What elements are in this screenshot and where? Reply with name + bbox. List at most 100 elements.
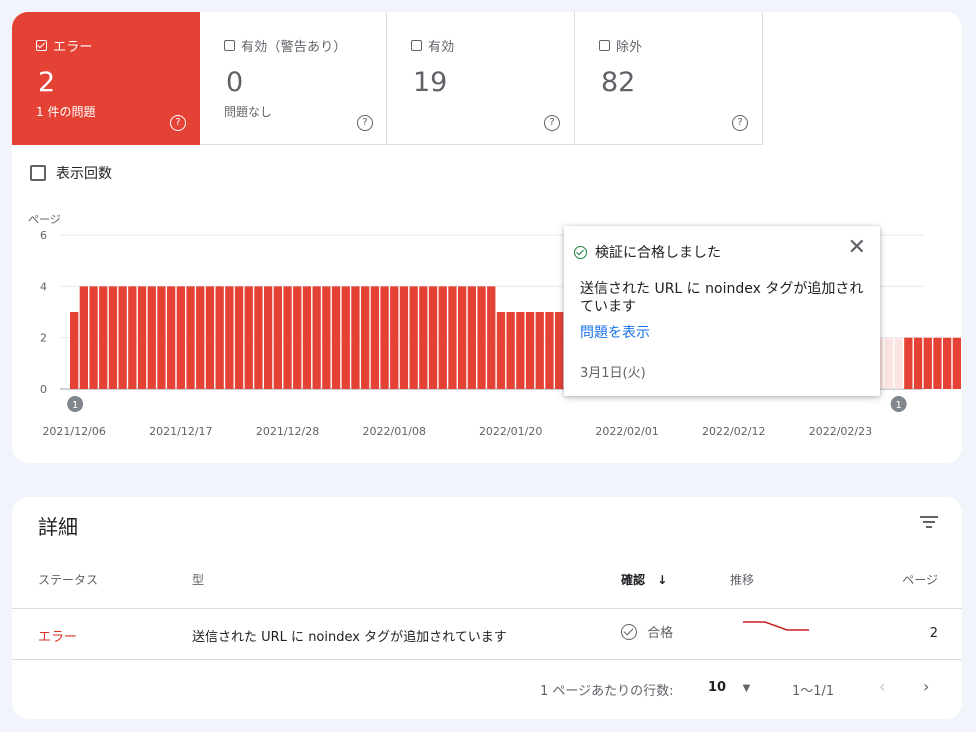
chart-bar [167, 286, 176, 389]
checkbox-icon[interactable] [30, 165, 46, 181]
tile-warning-label: 有効（警告あり） [224, 36, 347, 55]
view-issue-link[interactable]: 問題を表示 [580, 322, 650, 342]
trend-sparkline [743, 621, 809, 631]
impressions-toggle[interactable]: 表示回数 [30, 163, 112, 183]
divider [12, 608, 962, 609]
tile-excluded-label-text: 除外 [616, 40, 643, 55]
chart-bar [506, 312, 515, 389]
tile-excluded-label: 除外 [599, 36, 642, 55]
help-icon[interactable]: ? [357, 115, 373, 131]
check-circle-icon [621, 623, 637, 640]
row-pages: 2 [929, 626, 938, 641]
annotation-label: 1 [895, 400, 901, 411]
annotation-label: 1 [72, 400, 78, 411]
chart-bar [448, 286, 457, 389]
tooltip-description: 送信された URL に noindex タグが追加されています [580, 281, 864, 315]
column-header-pages[interactable]: ページ [902, 571, 938, 588]
filter-icon[interactable] [920, 515, 938, 529]
close-icon[interactable]: ✕ [848, 237, 866, 259]
chart-bar [438, 286, 447, 389]
details-title: 詳細 [38, 515, 78, 539]
chart-bar [205, 286, 215, 389]
chart-bar [176, 286, 185, 389]
chart-bar [312, 286, 321, 389]
chart-bar [293, 286, 302, 389]
tile-error[interactable]: エラー 2 1 件の問題 ? [12, 12, 200, 145]
chart-bar [99, 286, 108, 389]
arrow-down-icon: ↓ [657, 573, 668, 587]
tile-error-count: 2 [38, 67, 56, 98]
tile-excluded[interactable]: 除外 82 ? [575, 12, 763, 145]
y-tick-label: 6 [40, 229, 47, 242]
column-header-validation[interactable]: 確認 ↓ [621, 571, 667, 588]
chart-bar [943, 337, 952, 389]
chart-bar [952, 337, 961, 389]
chart-bar [322, 286, 331, 389]
checkbox-icon [224, 40, 235, 51]
chart-bar [79, 286, 88, 389]
x-tick-label: 2022/01/20 [479, 425, 542, 438]
tooltip-date: 3月1日(火) [580, 366, 646, 381]
rows-per-page-label: 1 ページあたりの行数: [540, 684, 674, 699]
chart-bar [254, 286, 263, 389]
tooltip-title: 検証に合格しました [595, 245, 721, 261]
tile-error-sub: 1 件の問題 [36, 105, 96, 119]
chart-bar [283, 286, 292, 389]
chart-bar [147, 286, 156, 389]
tile-valid-label-text: 有効 [428, 40, 455, 55]
column-header-status[interactable]: ステータス [38, 571, 98, 588]
x-tick-label: 2021/12/28 [256, 425, 319, 438]
row-type: 送信された URL に noindex タグが追加されています [192, 630, 507, 645]
chart-bar [244, 286, 253, 389]
tile-error-label: エラー [36, 36, 93, 55]
tile-warning-sub: 問題なし [224, 105, 273, 119]
chart-bar [496, 312, 506, 389]
tile-warning-label-text: 有効（警告あり） [241, 40, 347, 55]
x-tick-label: 2022/02/12 [702, 425, 765, 438]
chart-bar [458, 286, 467, 389]
chart-bar [525, 312, 535, 389]
chart-bar [331, 286, 341, 389]
row-status: エラー [38, 630, 78, 645]
chart-bar [264, 286, 273, 389]
check-circle-icon [574, 245, 587, 259]
checkbox-icon [411, 40, 422, 51]
next-page-icon[interactable]: › [923, 677, 929, 696]
divider [12, 659, 962, 660]
chart-bar [70, 312, 79, 389]
chart-bar [399, 286, 409, 389]
caret-down-icon: ▼ [742, 683, 751, 694]
tile-valid-with-warnings[interactable]: 有効（警告あり） 0 問題なし ? [200, 12, 387, 145]
chart-bar [273, 286, 282, 389]
tooltip-header: 検証に合格しました [574, 242, 721, 262]
chart-bar [467, 286, 476, 389]
impressions-label: 表示回数 [56, 166, 112, 182]
details-card: 詳細 ステータス 型 確認 ↓ 推移 ページ エラー 送信された URL に n… [12, 497, 962, 719]
chart-bar [89, 286, 98, 389]
chart-bar [933, 337, 942, 389]
chart-bar [884, 337, 894, 389]
tile-excluded-count: 82 [601, 67, 636, 98]
chart-bar [545, 312, 554, 389]
rows-per-page-value: 10 [708, 680, 727, 695]
chart-bar [351, 286, 360, 389]
help-icon[interactable]: ? [732, 115, 748, 131]
chart-bar [409, 286, 418, 389]
checkbox-icon [599, 40, 610, 51]
help-icon[interactable]: ? [544, 115, 560, 131]
chart-bar [380, 286, 389, 389]
tile-valid[interactable]: 有効 19 ? [387, 12, 575, 145]
chart-bar [904, 337, 913, 389]
x-tick-label: 2021/12/17 [149, 425, 212, 438]
chart-bar [555, 312, 564, 389]
help-icon[interactable]: ? [170, 115, 186, 131]
page-range: 1〜1/1 [792, 684, 835, 699]
column-header-type[interactable]: 型 [192, 571, 204, 588]
chart-bar [137, 286, 147, 389]
x-tick-label: 2022/01/08 [363, 425, 426, 438]
chart-tooltip: 検証に合格しました ✕ 送信された URL に noindex タグが追加されて… [564, 226, 880, 396]
chart-bar [913, 337, 923, 389]
rows-per-page-select[interactable]: 10 ▼ [708, 680, 750, 695]
chart-bar [157, 286, 166, 389]
previous-page-icon[interactable]: ‹ [879, 677, 885, 696]
